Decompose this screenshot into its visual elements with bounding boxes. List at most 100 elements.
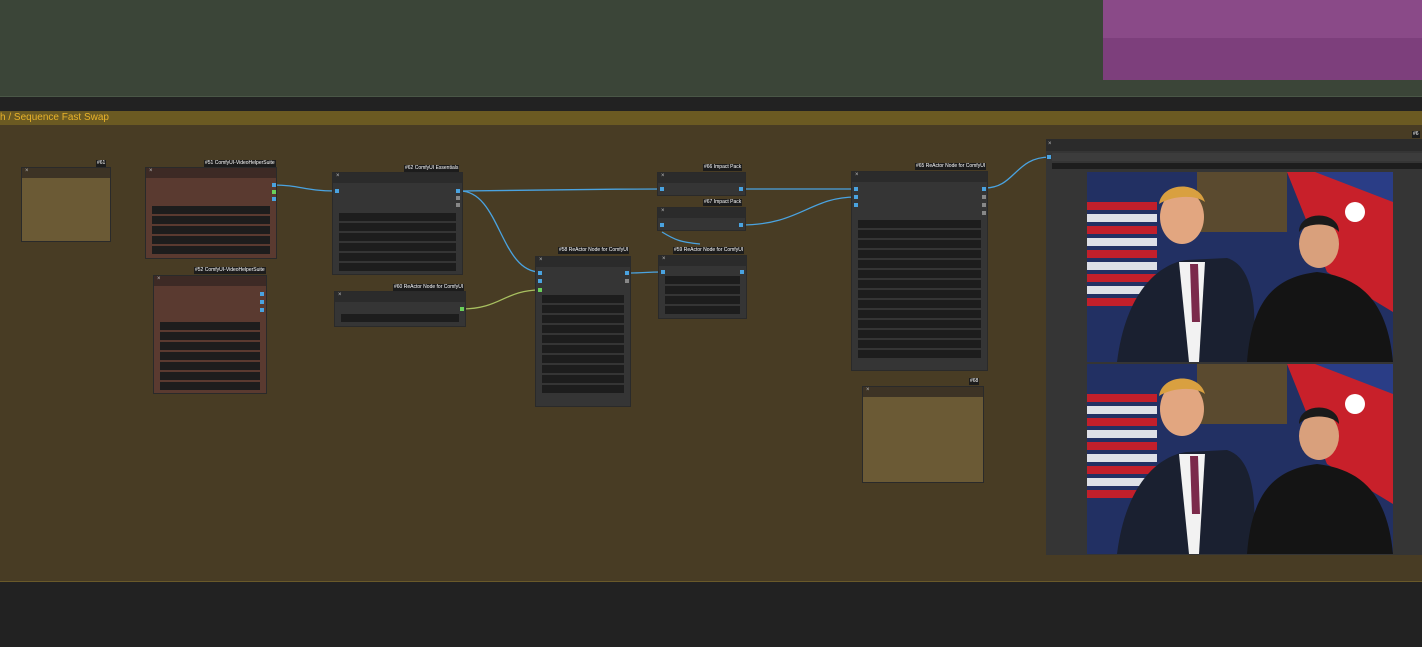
widget-row[interactable]: [160, 342, 260, 350]
widget-row[interactable]: [858, 280, 981, 288]
widget-row[interactable]: [339, 253, 456, 261]
slot-dot-icon[interactable]: [260, 308, 264, 312]
widget-row[interactable]: [339, 263, 456, 271]
widget-row[interactable]: [542, 315, 624, 323]
node-62-comfyui-essentials[interactable]: ×: [333, 173, 462, 274]
widget-row[interactable]: [858, 290, 981, 298]
slot-dot-icon[interactable]: [456, 189, 460, 193]
widget-row[interactable]: [152, 206, 270, 214]
node-close-icon[interactable]: ×: [855, 172, 859, 178]
slot-dot-icon[interactable]: [460, 307, 464, 311]
widget-row[interactable]: [858, 240, 981, 248]
slot-dot-icon[interactable]: [740, 270, 744, 274]
widget-row[interactable]: [665, 306, 740, 314]
slot-dot-icon[interactable]: [625, 271, 629, 275]
slot-dot-icon[interactable]: [260, 300, 264, 304]
node-close-icon[interactable]: ×: [1048, 141, 1052, 147]
widget-row[interactable]: [160, 332, 260, 340]
node-65-reactor[interactable]: ×: [852, 172, 987, 370]
node-close-icon[interactable]: ×: [336, 173, 340, 179]
slot-dot-icon[interactable]: [272, 197, 276, 201]
widget-row[interactable]: [160, 382, 260, 390]
widget-row[interactable]: [339, 243, 456, 251]
slot-dot-icon[interactable]: [538, 288, 542, 292]
widget-row[interactable]: [160, 372, 260, 380]
widget-row[interactable]: [858, 230, 981, 238]
widget-row[interactable]: [665, 276, 740, 284]
node-close-icon[interactable]: ×: [539, 257, 543, 263]
node-close-icon[interactable]: ×: [662, 256, 666, 262]
node-52-video-helper[interactable]: ×: [154, 276, 266, 393]
widget-row[interactable]: [339, 233, 456, 241]
slot-dot-icon[interactable]: [538, 271, 542, 275]
node-close-icon[interactable]: ×: [25, 168, 29, 174]
slot-dot-icon[interactable]: [625, 279, 629, 283]
slot-dot-icon[interactable]: [739, 187, 743, 191]
widget-row[interactable]: [858, 340, 981, 348]
widget-row[interactable]: [339, 223, 456, 231]
widget-row[interactable]: [542, 295, 624, 303]
widget-row[interactable]: [542, 355, 624, 363]
slot-dot-icon[interactable]: [538, 279, 542, 283]
widget-row[interactable]: [542, 325, 624, 333]
slot-dot-icon[interactable]: [1047, 155, 1051, 159]
slot-dot-icon[interactable]: [660, 223, 664, 227]
widget-row[interactable]: [542, 305, 624, 313]
widget-row[interactable]: [160, 362, 260, 370]
node-58-reactor[interactable]: ×: [536, 257, 630, 406]
slot-dot-icon[interactable]: [982, 211, 986, 215]
node-close-icon[interactable]: ×: [661, 208, 665, 214]
slot-dot-icon[interactable]: [739, 223, 743, 227]
node-68[interactable]: ×: [863, 387, 983, 482]
widget-row[interactable]: [542, 385, 624, 393]
slot-dot-icon[interactable]: [272, 190, 276, 194]
node-close-icon[interactable]: ×: [149, 168, 153, 174]
widget-row[interactable]: [858, 330, 981, 338]
node-close-icon[interactable]: ×: [661, 173, 665, 179]
widget-row[interactable]: [858, 310, 981, 318]
widget-row[interactable]: [542, 365, 624, 373]
slot-dot-icon[interactable]: [982, 203, 986, 207]
node-close-icon[interactable]: ×: [866, 387, 870, 393]
widget-row[interactable]: [1052, 163, 1422, 169]
slot-dot-icon[interactable]: [854, 187, 858, 191]
widget-row[interactable]: [160, 352, 260, 360]
slot-dot-icon[interactable]: [456, 203, 460, 207]
widget-row[interactable]: [339, 213, 456, 221]
slot-dot-icon[interactable]: [982, 187, 986, 191]
widget-row[interactable]: [858, 220, 981, 228]
widget-row[interactable]: [858, 250, 981, 258]
node-61[interactable]: ×: [22, 168, 110, 241]
widget-row[interactable]: [152, 216, 270, 224]
widget-row[interactable]: [858, 270, 981, 278]
group-title-bar[interactable]: [0, 111, 1422, 125]
widget-row[interactable]: [542, 335, 624, 343]
slot-dot-icon[interactable]: [854, 203, 858, 207]
widget-row[interactable]: [665, 286, 740, 294]
node-header[interactable]: [1046, 139, 1422, 151]
node-67-impact-pack[interactable]: ×: [658, 208, 745, 230]
slot-dot-icon[interactable]: [456, 196, 460, 200]
widget-row[interactable]: [542, 345, 624, 353]
widget-row[interactable]: [542, 375, 624, 383]
slot-dot-icon[interactable]: [260, 292, 264, 296]
widget-row[interactable]: [665, 296, 740, 304]
node-close-icon[interactable]: ×: [338, 292, 342, 298]
slot-dot-icon[interactable]: [661, 270, 665, 274]
widget-row[interactable]: [1052, 153, 1422, 161]
widget-row[interactable]: [858, 260, 981, 268]
node-close-icon[interactable]: ×: [157, 276, 161, 282]
slot-dot-icon[interactable]: [272, 183, 276, 187]
widget-row[interactable]: [858, 350, 981, 358]
widget-row[interactable]: [152, 236, 270, 244]
widget-row[interactable]: [858, 320, 981, 328]
node-60-reactor[interactable]: ×: [335, 292, 465, 326]
node-51-video-helper[interactable]: ×: [146, 168, 276, 258]
widget-row[interactable]: [858, 300, 981, 308]
widget-row[interactable]: [152, 246, 270, 254]
slot-dot-icon[interactable]: [982, 195, 986, 199]
slot-dot-icon[interactable]: [335, 189, 339, 193]
widget-row[interactable]: [152, 226, 270, 234]
node-66-impact-pack[interactable]: ×: [658, 173, 745, 195]
slot-dot-icon[interactable]: [660, 187, 664, 191]
